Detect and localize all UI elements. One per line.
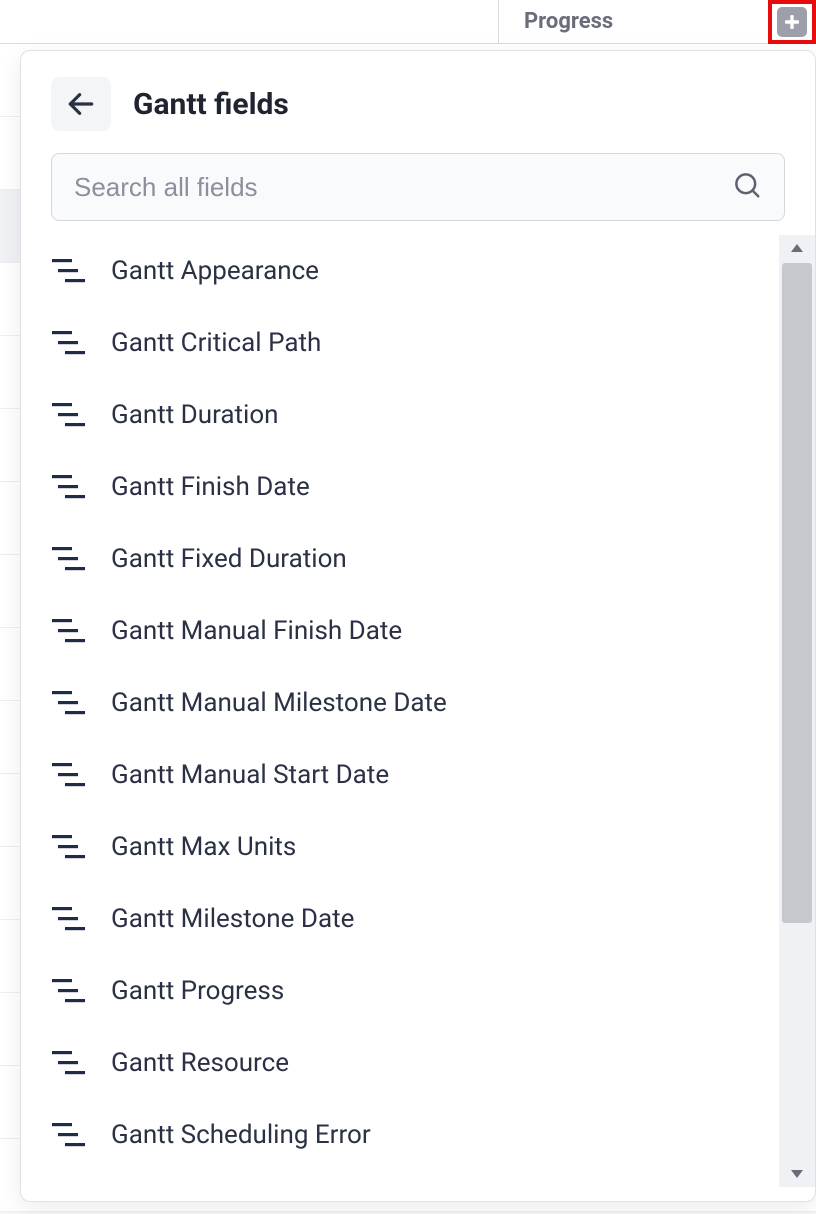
field-item-label: Gantt Progress — [111, 976, 284, 1006]
back-button[interactable] — [51, 77, 111, 131]
gantt-icon — [51, 685, 87, 721]
gantt-icon — [51, 613, 87, 649]
field-item-label: Gantt Manual Start Date — [111, 760, 389, 790]
field-list-item[interactable]: Gantt Manual Start Date — [51, 739, 773, 811]
field-list-item[interactable]: Gantt Resource — [51, 1027, 773, 1099]
gantt-icon — [51, 757, 87, 793]
field-item-label: Gantt Milestone Date — [111, 904, 354, 934]
field-list-item[interactable]: Gantt Scheduling Error — [51, 1099, 773, 1171]
field-item-label: Gantt Critical Path — [111, 328, 321, 358]
add-column-highlight — [768, 0, 816, 44]
search-input[interactable] — [74, 172, 732, 203]
gantt-icon — [51, 1045, 87, 1081]
field-item-label: Gantt Scheduling Error — [111, 1120, 371, 1150]
field-list-item[interactable]: Gantt Critical Path — [51, 307, 773, 379]
scroll-up-button[interactable] — [779, 235, 815, 261]
gantt-icon — [51, 253, 87, 289]
gantt-icon — [51, 973, 87, 1009]
field-item-label: Gantt Appearance — [111, 256, 319, 286]
field-list-item[interactable]: Gantt Fixed Duration — [51, 523, 773, 595]
plus-icon — [782, 12, 802, 32]
field-list-item[interactable]: Gantt Manual Finish Date — [51, 595, 773, 667]
list-container: Gantt Appearance Gantt Critical Path Gan… — [21, 235, 815, 1187]
gantt-icon — [51, 541, 87, 577]
arrow-left-icon — [65, 88, 97, 120]
search-icon — [732, 170, 762, 204]
scrollbar[interactable] — [779, 235, 815, 1187]
gantt-icon — [51, 325, 87, 361]
search-field-wrap[interactable] — [51, 153, 785, 221]
field-item-label: Gantt Manual Finish Date — [111, 616, 402, 646]
gantt-icon — [51, 901, 87, 937]
field-list-item[interactable]: Gantt Duration — [51, 379, 773, 451]
add-column-button[interactable] — [777, 7, 807, 37]
field-list-item[interactable]: Gantt Appearance — [51, 235, 773, 307]
field-picker-popup: Gantt fields Gantt Appearance Gantt Crit… — [20, 50, 816, 1202]
field-list-item[interactable]: Gantt Max Units — [51, 811, 773, 883]
field-item-label: Gantt Manual Milestone Date — [111, 688, 447, 718]
header-divider — [498, 0, 499, 43]
field-item-label: Gantt Resource — [111, 1048, 289, 1078]
gantt-icon — [51, 469, 87, 505]
popup-title: Gantt fields — [133, 87, 289, 122]
gantt-icon — [51, 1117, 87, 1153]
column-header-progress[interactable]: Progress — [524, 9, 613, 34]
field-list-item[interactable]: Gantt Milestone Date — [51, 883, 773, 955]
gantt-icon — [51, 829, 87, 865]
field-item-label: Gantt Duration — [111, 400, 279, 430]
field-list-item[interactable]: Gantt Manual Milestone Date — [51, 667, 773, 739]
gantt-icon — [51, 397, 87, 433]
field-list: Gantt Appearance Gantt Critical Path Gan… — [21, 235, 779, 1187]
field-item-label: Gantt Max Units — [111, 832, 296, 862]
popup-header: Gantt fields — [21, 77, 815, 131]
field-item-label: Gantt Fixed Duration — [111, 544, 347, 574]
field-list-item[interactable]: Gantt Progress — [51, 955, 773, 1027]
column-header-bar: Progress — [0, 0, 816, 44]
field-list-item[interactable]: Gantt Finish Date — [51, 451, 773, 523]
scroll-thumb[interactable] — [782, 263, 812, 923]
scroll-down-button[interactable] — [779, 1161, 815, 1187]
field-item-label: Gantt Finish Date — [111, 472, 310, 502]
